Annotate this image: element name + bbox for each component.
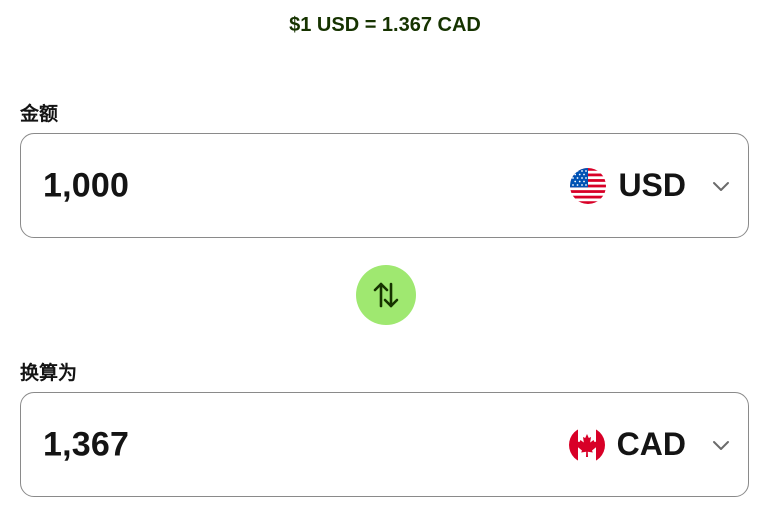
swap-arrows-icon [373, 282, 399, 308]
target-currency-code: CAD [616, 426, 686, 462]
converted-amount[interactable]: 1,367 [43, 425, 129, 464]
canada-flag-icon [568, 426, 605, 463]
source-currency-select[interactable]: USD [570, 156, 732, 216]
amount-field[interactable]: 1,000 USD [20, 133, 749, 238]
chevron-down-icon [713, 181, 729, 191]
converted-label: 换算为 [20, 363, 78, 384]
amount-input[interactable]: 1,000 [43, 166, 129, 205]
amount-label: 金额 [20, 104, 59, 125]
chevron-down-icon [713, 440, 729, 450]
target-currency-select[interactable]: CAD [568, 415, 732, 475]
exchange-rate-text: $1 USD = 1.367 CAD [289, 14, 481, 36]
swap-currencies-button[interactable] [356, 265, 416, 325]
converted-field[interactable]: 1,367 CAD [20, 392, 749, 497]
source-currency-code: USD [618, 167, 686, 203]
us-flag-icon [570, 167, 607, 204]
